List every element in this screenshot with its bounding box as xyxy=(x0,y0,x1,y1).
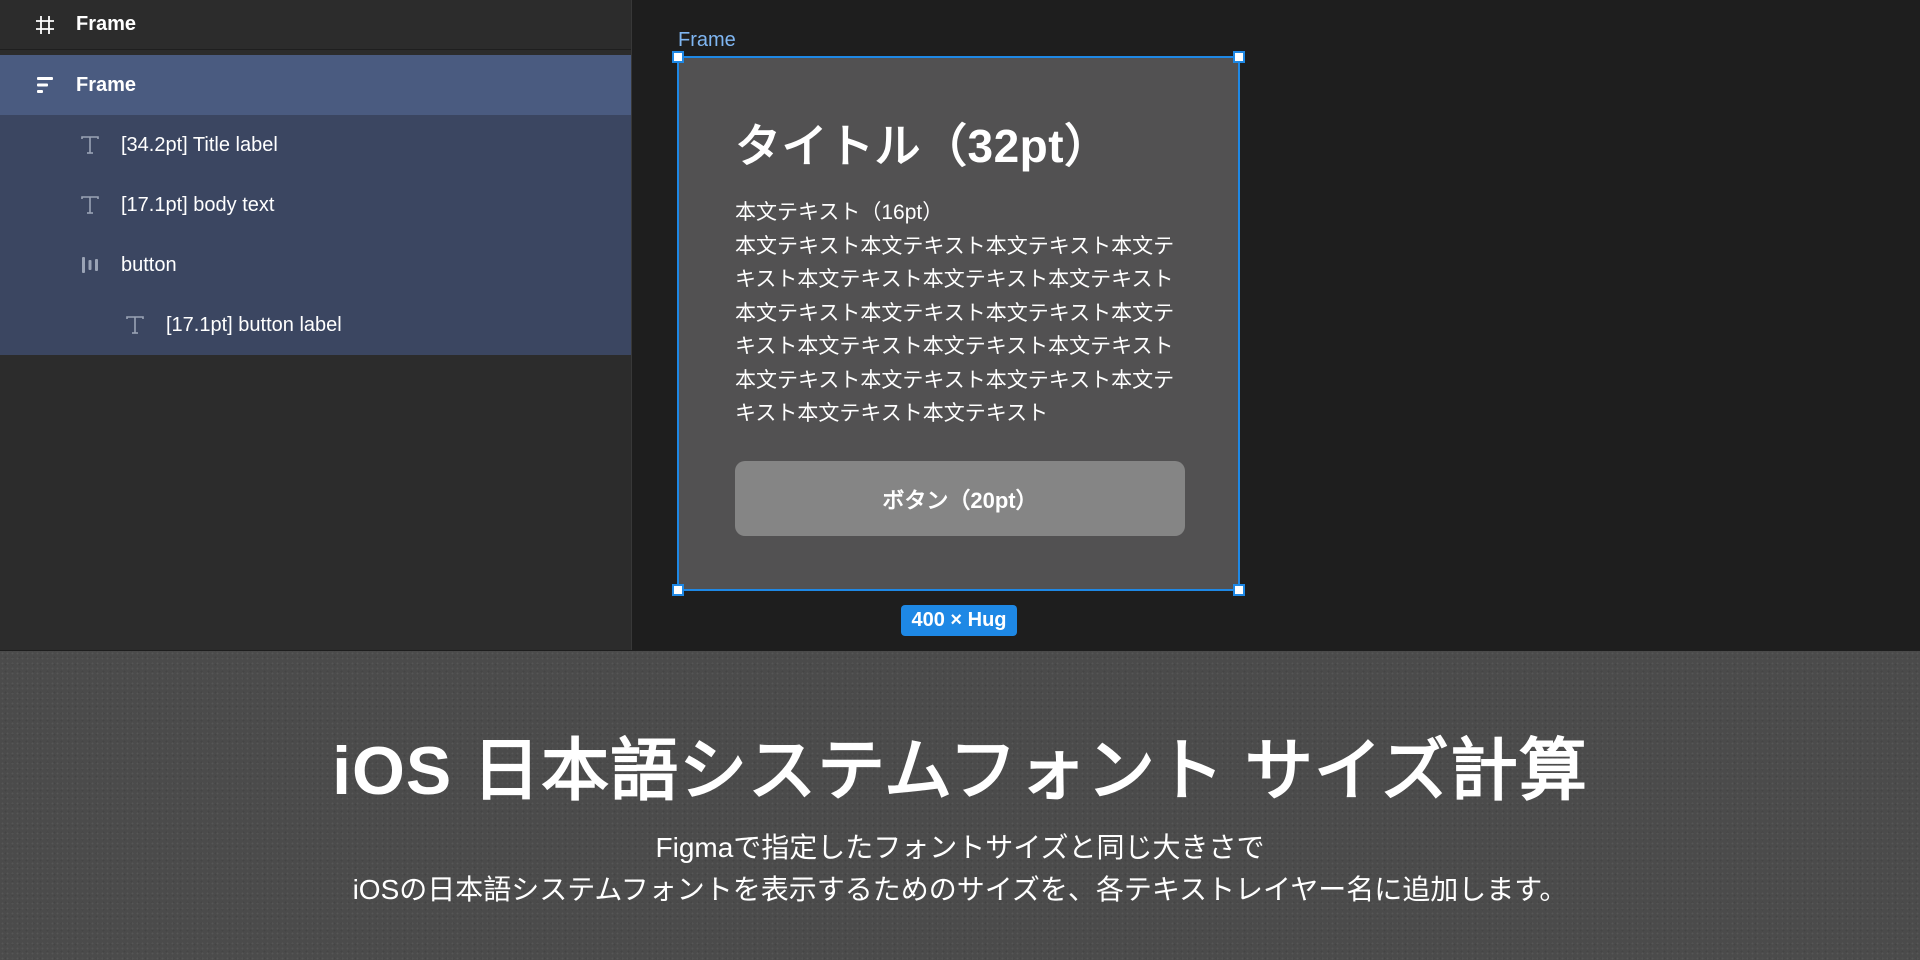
layer-item-button-label[interactable]: [17.1pt] button label xyxy=(0,295,631,355)
text-icon xyxy=(77,192,103,218)
layer-label: [17.1pt] body text xyxy=(121,193,275,216)
text-icon xyxy=(77,132,103,158)
card-body-text[interactable]: 本文テキスト（16pt） 本文テキスト本文テキスト本文テキスト本文テキスト本文テ… xyxy=(735,196,1185,431)
layer-label: button xyxy=(121,253,177,276)
promo-banner: iOS 日本語システムフォント サイズ計算 Figmaで指定したフォントサイズと… xyxy=(0,651,1920,960)
layer-item-frame-selected[interactable]: Frame xyxy=(0,55,631,115)
frame-name-tag[interactable]: Frame xyxy=(678,29,736,52)
resize-handle-top-right[interactable] xyxy=(1233,51,1245,63)
layer-label: Frame xyxy=(76,13,137,35)
auto-layout-horizontal-icon xyxy=(77,252,103,278)
selected-frame[interactable]: タイトル（32pt） 本文テキスト（16pt） 本文テキスト本文テキスト本文テキ… xyxy=(672,51,1245,596)
layer-item-title-label[interactable]: [34.2pt] Title label xyxy=(0,115,631,175)
resize-handle-bottom-right[interactable] xyxy=(1233,584,1245,596)
hash-icon xyxy=(32,12,58,38)
layer-item-button[interactable]: button xyxy=(0,235,631,295)
card-title-text[interactable]: タイトル（32pt） xyxy=(735,110,1111,176)
auto-layout-icon xyxy=(32,72,58,98)
layer-item-frame-root[interactable]: Frame xyxy=(0,0,631,50)
layer-label: Frame xyxy=(76,73,137,96)
layer-label: [17.1pt] button label xyxy=(166,313,342,336)
body-first-line: 本文テキスト（16pt） xyxy=(735,201,944,224)
banner-desc-line1: Figmaで指定したフォントサイズと同じ大きさで xyxy=(655,832,1265,863)
text-icon xyxy=(122,312,148,338)
layer-label: [34.2pt] Title label xyxy=(121,133,278,156)
card-button[interactable]: ボタン（20pt） xyxy=(735,461,1185,536)
banner-desc-line2: iOSの日本語システムフォントを表示するためのサイズを、各テキストレイヤー名に追… xyxy=(352,874,1568,905)
banner-title: iOS 日本語システムフォント サイズ計算 xyxy=(332,733,1588,809)
body-paragraph: 本文テキスト本文テキスト本文テキスト本文テキスト本文テキスト本文テキスト本文テキ… xyxy=(735,234,1175,426)
resize-handle-top-left[interactable] xyxy=(672,51,684,63)
resize-handle-bottom-left[interactable] xyxy=(672,584,684,596)
layers-panel: Frame Frame [34.2pt] Title label [17.1pt… xyxy=(0,0,632,650)
card-button-label: ボタン（20pt） xyxy=(882,487,1038,513)
layer-item-body-text[interactable]: [17.1pt] body text xyxy=(0,175,631,235)
banner-description: Figmaで指定したフォントサイズと同じ大きさで iOSの日本語システムフォント… xyxy=(0,827,1920,911)
size-badge: 400 × Hug xyxy=(901,605,1017,636)
